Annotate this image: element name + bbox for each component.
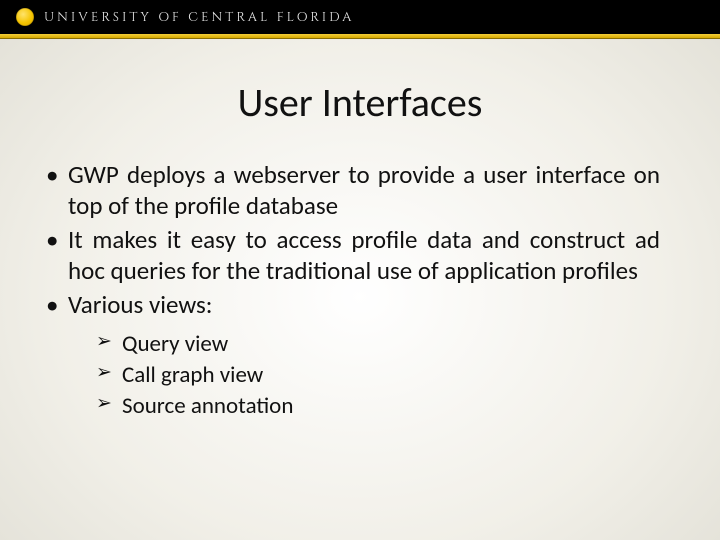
sub-bullet-list: Query view Call graph view Source annota… (40, 329, 660, 422)
header-bar: UNIVERSITY OF CENTRAL FLORIDA (0, 0, 720, 34)
sub-bullet-item: Call graph view (96, 360, 660, 391)
bullet-item: Various views: (40, 290, 660, 321)
gold-rule (0, 34, 720, 39)
slide-content: GWP deploys a webserver to provide a use… (40, 160, 660, 422)
bullet-item: GWP deploys a webserver to provide a use… (40, 160, 660, 221)
bullet-item: It makes it easy to access profile data … (40, 225, 660, 286)
ucf-logo-icon (16, 8, 34, 26)
wordmark: UNIVERSITY OF CENTRAL FLORIDA (44, 8, 354, 26)
sub-bullet-item: Query view (96, 329, 660, 360)
sub-bullet-item: Source annotation (96, 391, 660, 422)
slide: UNIVERSITY OF CENTRAL FLORIDA User Inter… (0, 0, 720, 540)
bullet-list: GWP deploys a webserver to provide a use… (40, 160, 660, 321)
slide-title: User Interfaces (0, 78, 720, 127)
